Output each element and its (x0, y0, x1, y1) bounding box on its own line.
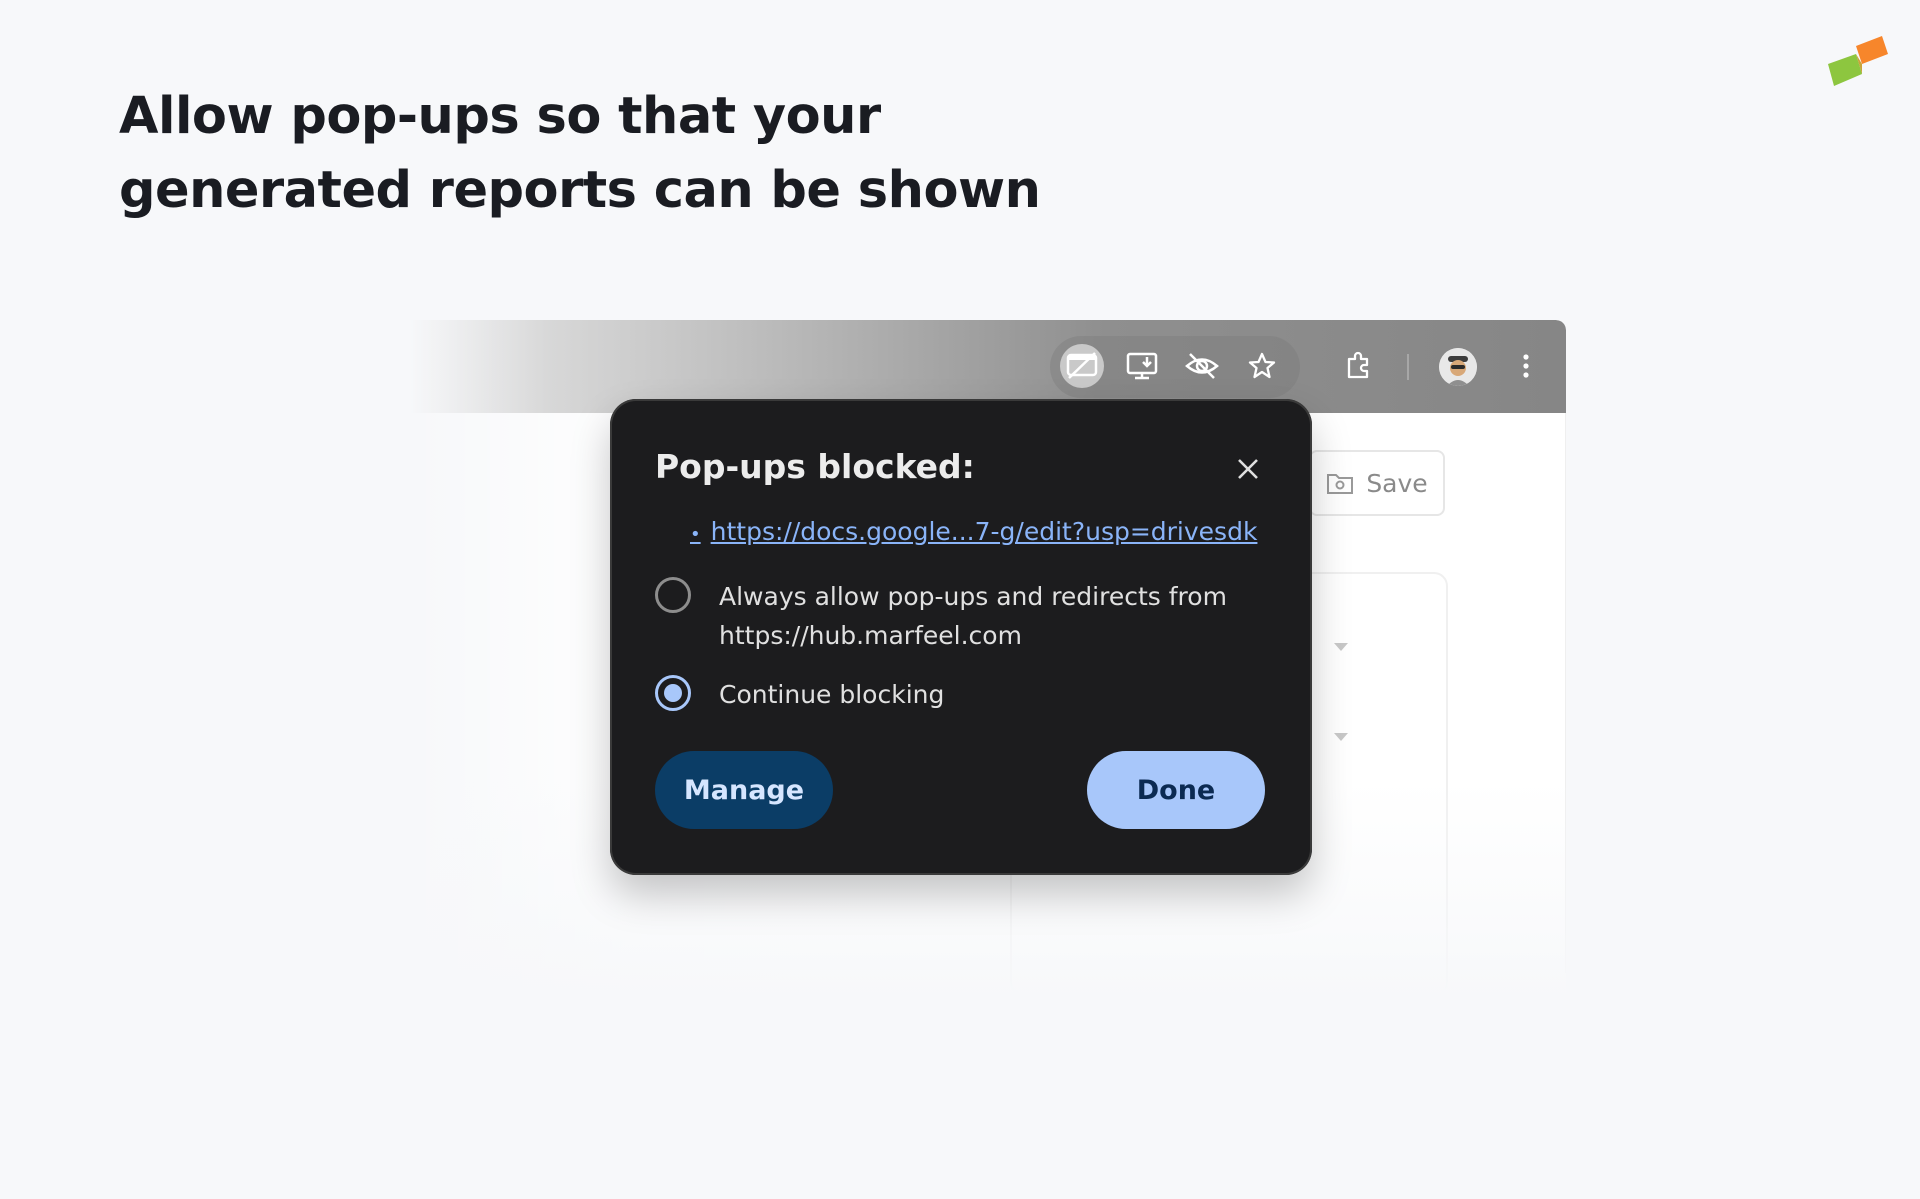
radio-continue-blocking[interactable]: Continue blocking (655, 675, 944, 714)
blocked-popup-url[interactable]: https://docs.google...7-g/edit?usp=drive… (711, 517, 1258, 546)
save-button-label: Save (1366, 468, 1428, 498)
radio-continue-blocking-label: Continue blocking (719, 680, 945, 709)
toolbar-divider (1407, 354, 1409, 380)
blocked-popup-link[interactable]: • https://docs.google...7-g/edit?usp=driv… (690, 517, 1257, 546)
page: Allow pop-ups so that your generated rep… (0, 0, 1920, 1199)
radio-always-allow-label: Always allow pop-ups and redirects from … (719, 582, 1227, 650)
extensions-icon[interactable] (1336, 344, 1380, 388)
headline-line-1: Allow pop-ups so that your (119, 87, 881, 146)
close-button[interactable] (1230, 451, 1266, 487)
scrollbar-track[interactable] (1565, 413, 1566, 973)
dialog-title: Pop-ups blocked: (655, 447, 975, 486)
close-icon (1238, 459, 1258, 479)
chevron-down-icon (1334, 643, 1348, 651)
radio-button-checked[interactable] (655, 675, 691, 711)
manage-button[interactable]: Manage (655, 751, 833, 829)
popup-blocked-icon[interactable] (1060, 344, 1104, 388)
bullet-icon: • (690, 524, 701, 545)
save-button[interactable]: Save (1309, 450, 1445, 516)
bookmark-star-icon[interactable] (1240, 344, 1284, 388)
hide-icon[interactable] (1180, 344, 1224, 388)
popups-blocked-dialog: Pop-ups blocked: • https://docs.google...… (610, 399, 1312, 875)
avatar[interactable] (1439, 348, 1477, 386)
done-button[interactable]: Done (1087, 751, 1265, 829)
marfeel-logo-icon (1822, 32, 1890, 96)
headline-line-2: generated reports can be shown (119, 161, 1041, 220)
more-menu-icon[interactable] (1504, 344, 1548, 388)
radio-always-allow[interactable]: Always allow pop-ups and redirects from … (655, 577, 1259, 655)
radio-button-unchecked[interactable] (655, 577, 691, 613)
chevron-down-icon (1334, 733, 1348, 741)
install-app-icon[interactable] (1120, 344, 1164, 388)
folder-icon (1327, 474, 1354, 494)
page-headline: Allow pop-ups so that your generated rep… (119, 80, 1041, 228)
